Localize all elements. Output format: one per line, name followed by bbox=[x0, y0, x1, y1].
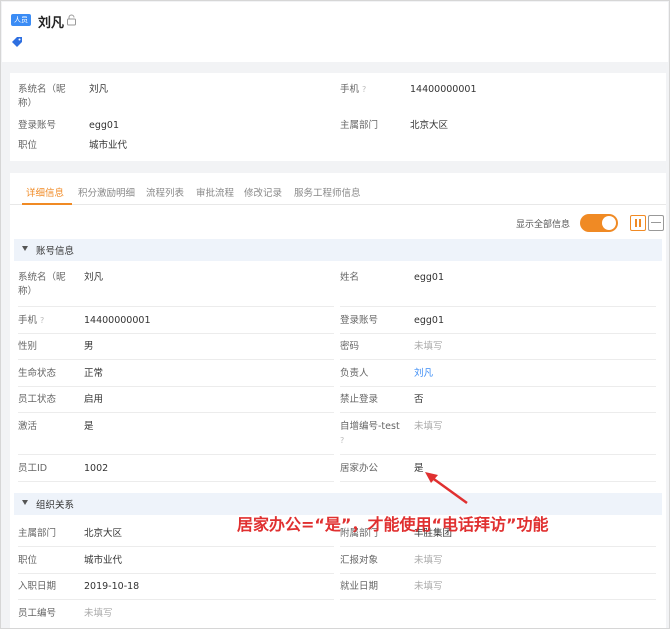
row-divider bbox=[18, 386, 334, 387]
record-header: 人员 刘凡 bbox=[2, 2, 668, 62]
field-label-login: 登录账号 bbox=[340, 315, 379, 326]
section-title: 账号信息 bbox=[36, 246, 75, 257]
row-divider bbox=[340, 333, 656, 334]
field-label-home-office: 居家办公 bbox=[340, 463, 379, 474]
field-value-dept: 北京大区 bbox=[84, 528, 123, 539]
field-value-join-date: 2019-10-18 bbox=[84, 581, 140, 592]
field-value-employ-date: 未填写 bbox=[414, 581, 443, 592]
show-all-toggle[interactable] bbox=[580, 214, 618, 232]
row-divider bbox=[18, 599, 334, 600]
summary-card: 系统名（昵称） 刘凡 手机? 14400000001 登录账号 egg01 主属… bbox=[10, 73, 666, 161]
row-divider bbox=[18, 306, 334, 307]
field-label-autonumber: 自增编号-test? bbox=[340, 421, 400, 445]
field-label-gender: 性别 bbox=[18, 341, 38, 352]
field-label-name: 姓名 bbox=[340, 272, 360, 283]
field-value-staff-number: 未填写 bbox=[84, 608, 113, 619]
field-value-owner-link[interactable]: 刘凡 bbox=[414, 367, 433, 381]
field-value-position: 城市业代 bbox=[84, 555, 123, 566]
field-value-activated: 是 bbox=[84, 421, 94, 432]
field-label-staff-number: 员工编号 bbox=[18, 608, 57, 619]
field-label-nickname: 系统名（昵称） bbox=[18, 272, 66, 297]
annotation-arrow bbox=[425, 472, 468, 505]
summary-login-value: egg01 bbox=[89, 120, 119, 131]
field-label-employ-date: 就业日期 bbox=[340, 581, 379, 592]
tag-icon[interactable] bbox=[11, 36, 23, 48]
section-title: 组织关系 bbox=[36, 500, 75, 511]
field-value-staff-id: 1002 bbox=[84, 463, 109, 474]
collapse-caret-icon bbox=[22, 500, 28, 505]
row-divider bbox=[340, 454, 656, 455]
summary-dept-value: 北京大区 bbox=[410, 120, 449, 131]
row-divider bbox=[340, 359, 656, 360]
tab-details[interactable]: 详细信息 bbox=[26, 185, 64, 199]
help-icon[interactable]: ? bbox=[40, 316, 44, 325]
field-value-report-to: 未填写 bbox=[414, 555, 443, 566]
field-label-position: 职位 bbox=[18, 555, 38, 566]
field-label-staff-id: 员工ID bbox=[18, 463, 48, 474]
row-divider bbox=[340, 573, 656, 574]
page-frame: 人员 刘凡 系统名（昵称） 刘凡 手机? 14400000001 登录账号 eg… bbox=[0, 0, 670, 629]
field-label-staff-status: 员工状态 bbox=[18, 394, 57, 405]
summary-nickname-label: 系统名（昵称） bbox=[18, 84, 66, 109]
field-label-join-date: 入职日期 bbox=[18, 581, 57, 592]
field-value-password: 未填写 bbox=[414, 341, 443, 352]
row-divider bbox=[340, 386, 656, 387]
summary-phone-label: 手机? bbox=[340, 84, 367, 95]
field-label-life-status: 生命状态 bbox=[18, 368, 57, 379]
row-divider bbox=[18, 359, 334, 360]
single-column-view-icon[interactable] bbox=[648, 215, 664, 231]
tab-bar: 详细信息 积分激励明细 流程列表 审批流程 修改记录 服务工程师信息 bbox=[10, 173, 666, 205]
tab-approval[interactable]: 审批流程 bbox=[196, 185, 234, 199]
row-divider bbox=[340, 412, 656, 413]
field-value-name: egg01 bbox=[414, 272, 444, 283]
field-label-phone: 手机? bbox=[18, 315, 45, 326]
row-divider bbox=[340, 481, 656, 482]
annotation-callout: 居家办公=“是”，才能使用“电话拜访”功能 bbox=[237, 515, 549, 534]
section-account-info[interactable]: 账号信息 bbox=[14, 239, 662, 261]
object-type-badge: 人员 bbox=[11, 14, 31, 26]
row-divider bbox=[18, 412, 334, 413]
lock-icon[interactable] bbox=[66, 14, 77, 26]
summary-dept-label: 主属部门 bbox=[340, 120, 379, 131]
field-label-activated: 激活 bbox=[18, 421, 38, 432]
two-column-view-icon[interactable] bbox=[630, 215, 646, 231]
tab-points[interactable]: 积分激励明细 bbox=[78, 185, 135, 199]
field-value-nickname: 刘凡 bbox=[84, 272, 104, 283]
field-label-password: 密码 bbox=[340, 341, 360, 352]
row-divider bbox=[18, 573, 334, 574]
summary-position-value: 城市业代 bbox=[89, 140, 128, 151]
detail-panel: 详细信息 积分激励明细 流程列表 审批流程 修改记录 服务工程师信息 显示全部信… bbox=[10, 173, 666, 628]
row-divider bbox=[340, 546, 656, 547]
tab-service-engineer[interactable]: 服务工程师信息 bbox=[294, 185, 361, 199]
row-divider bbox=[18, 546, 334, 547]
collapse-caret-icon bbox=[22, 246, 28, 251]
help-icon[interactable]: ? bbox=[362, 85, 366, 94]
field-label-owner: 负责人 bbox=[340, 368, 369, 379]
field-label-ban-login: 禁止登录 bbox=[340, 394, 379, 405]
row-divider bbox=[340, 599, 656, 600]
field-value-staff-status: 启用 bbox=[84, 394, 104, 405]
summary-login-label: 登录账号 bbox=[18, 120, 57, 131]
show-all-label: 显示全部信息 bbox=[516, 220, 571, 230]
tab-process-list[interactable]: 流程列表 bbox=[146, 185, 184, 199]
field-label-report-to: 汇报对象 bbox=[340, 555, 379, 566]
record-title: 刘凡 bbox=[38, 16, 65, 31]
field-value-login: egg01 bbox=[414, 315, 444, 326]
field-value-ban-login: 否 bbox=[414, 394, 424, 405]
tab-change-log[interactable]: 修改记录 bbox=[244, 185, 282, 199]
field-label-dept: 主属部门 bbox=[18, 528, 57, 539]
active-tab-indicator bbox=[22, 203, 72, 205]
field-value-phone: 14400000001 bbox=[84, 315, 151, 326]
row-divider bbox=[18, 333, 334, 334]
summary-nickname-value: 刘凡 bbox=[89, 84, 109, 95]
row-divider bbox=[18, 454, 334, 455]
help-icon[interactable]: ? bbox=[340, 436, 344, 445]
field-value-gender: 男 bbox=[84, 341, 94, 352]
row-divider bbox=[18, 481, 334, 482]
summary-phone-value: 14400000001 bbox=[410, 84, 477, 95]
summary-position-label: 职位 bbox=[18, 140, 38, 151]
row-divider bbox=[340, 306, 656, 307]
field-value-autonumber: 未填写 bbox=[414, 421, 443, 432]
field-value-life-status: 正常 bbox=[84, 368, 104, 379]
